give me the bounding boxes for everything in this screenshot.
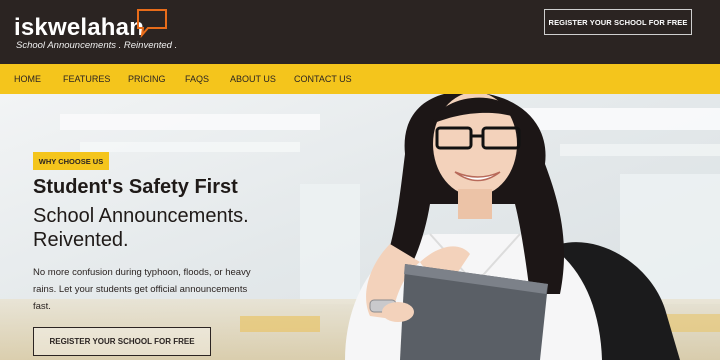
hero-subtitle-line1: School Announcements. [33,205,249,227]
nav-item-about-us[interactable]: ABOUT US [230,64,276,94]
nav-item-pricing[interactable]: PRICING [128,64,166,94]
why-choose-us-badge: WHY CHOOSE US [33,152,109,170]
nav-item-faqs[interactable]: FAQS [185,64,209,94]
site-logo[interactable]: iskwelahan School Announcements . Reinve… [14,9,178,56]
speech-bubble-icon [137,9,167,38]
logo-wordmark: iskwelahan [14,14,145,41]
hero-title: Student's Safety First [33,176,238,198]
nav-item-home[interactable]: HOME [14,64,41,94]
logo-tagline: School Announcements . Reinvented . [16,40,178,51]
hero-description: No more confusion during typhoon, floods… [33,267,251,312]
site-header: iskwelahan School Announcements . Reinve… [0,0,720,64]
hero-section: WHY CHOOSE US Student's Safety First Sch… [0,94,720,360]
header-register-button[interactable]: REGISTER YOUR SCHOOL FOR FREE [544,9,692,35]
hero-subtitle-line2: Reivented. [33,229,129,251]
hero-register-button[interactable]: REGISTER YOUR SCHOOL FOR FREE [33,327,211,356]
main-nav: HOME FEATURES PRICING FAQS ABOUT US CONT… [0,64,720,94]
nav-item-contact-us[interactable]: CONTACT US [294,64,352,94]
nav-item-features[interactable]: FEATURES [63,64,110,94]
